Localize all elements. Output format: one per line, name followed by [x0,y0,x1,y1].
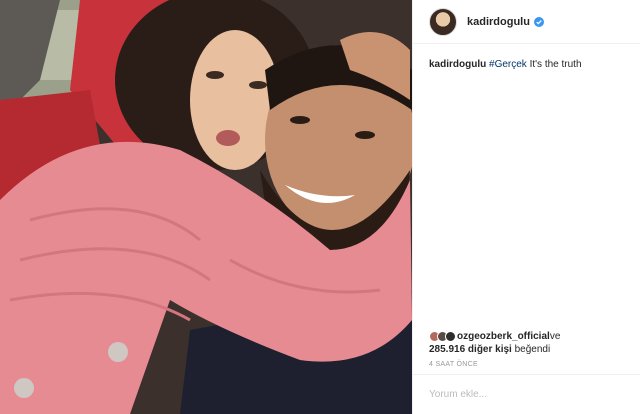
avatar[interactable] [429,7,457,36]
caption-hashtag[interactable]: #Gerçek [489,59,527,70]
caption-text: It's the truth [526,59,582,70]
likes-suffix: beğendi [511,344,551,355]
verified-badge-icon [533,16,544,27]
photo-illustration [0,0,412,414]
instagram-post: kadirdogulu kadirdogulu #Gerçek It's the… [0,0,640,414]
first-liker-username[interactable]: ozgeozberk_official [457,330,550,343]
comment-input[interactable] [429,389,619,400]
liker-avatars [429,331,456,342]
comment-bar [413,374,640,414]
caption-username[interactable]: kadirdogulu [429,59,486,70]
post-caption: kadirdogulu #Gerçek It's the truth [429,58,629,72]
likes-connector: ve [549,331,561,342]
post-photo[interactable] [0,0,412,414]
likes-second-line: 285.916 diğer kişi beğendi [429,343,629,356]
post-timestamp[interactable]: 4 SAAT ÖNCE [429,361,478,368]
header-username[interactable]: kadirdogulu [467,16,530,28]
likes-count-link[interactable]: 285.916 diğer kişi [429,344,512,355]
liker-avatar [445,331,456,342]
post-side-panel: kadirdogulu kadirdogulu #Gerçek It's the… [412,0,640,414]
likes-section: ozgeozberk_official ve 285.916 diğer kiş… [429,330,629,356]
post-header: kadirdogulu [413,0,640,44]
likes-first-line: ozgeozberk_official ve [429,330,629,343]
